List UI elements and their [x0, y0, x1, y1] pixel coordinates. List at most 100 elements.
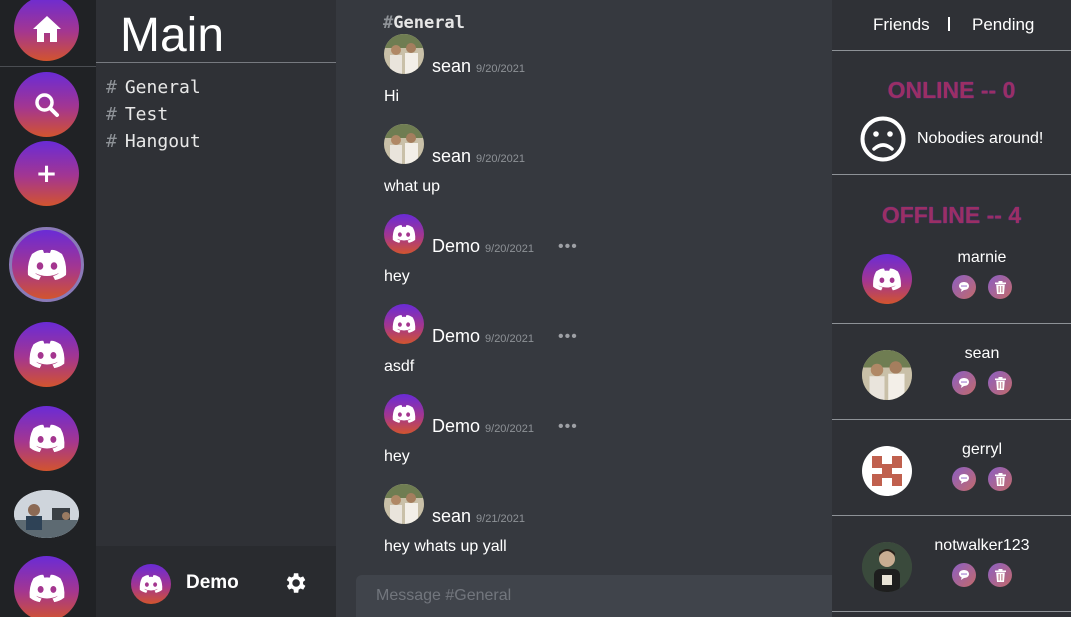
gear-icon[interactable] — [282, 570, 308, 596]
friend-name: marnie — [957, 249, 1007, 266]
message-friend-button[interactable] — [952, 371, 976, 395]
more-options-button[interactable]: ••• — [558, 418, 578, 436]
office-photo — [14, 490, 79, 538]
message-author[interactable]: Demo 9/20/2021 — [432, 326, 534, 347]
channel-label: Test — [124, 104, 169, 125]
friend-item[interactable]: gerryl — [832, 419, 1071, 515]
divider — [832, 174, 1071, 175]
message: sean 9/20/2021 Hi — [384, 34, 824, 124]
current-username: Demo — [186, 572, 239, 593]
discord-logo-icon — [392, 225, 416, 243]
server-item[interactable] — [14, 556, 79, 617]
message-text: hey — [384, 448, 410, 465]
message-friend-button[interactable] — [952, 563, 976, 587]
message-date: 9/20/2021 — [476, 153, 525, 165]
channel-item-general[interactable]: # General — [106, 77, 201, 98]
server-item[interactable] — [14, 406, 79, 471]
chat-channel-name: General — [393, 13, 465, 33]
message-author[interactable]: Demo 9/20/2021 — [432, 416, 534, 437]
avatar — [862, 446, 912, 496]
online-section-title: ONLINE -- 0 — [887, 77, 1016, 103]
chat-bubble-icon — [959, 474, 969, 484]
channel-item-test[interactable]: # Test — [106, 104, 168, 125]
more-options-button[interactable]: ••• — [558, 238, 578, 256]
avatar[interactable] — [384, 484, 424, 524]
avatar — [862, 542, 912, 592]
friend-name: gerryl — [961, 441, 1002, 458]
avatar[interactable] — [384, 304, 424, 344]
message-author[interactable]: Demo 9/20/2021 — [432, 236, 534, 257]
message-input[interactable] — [356, 575, 832, 617]
message: sean 9/20/2021 what up — [384, 124, 824, 214]
channel-label: Hangout — [124, 131, 201, 152]
channel-sidebar: Main # General # Test # Hangout Demo — [96, 0, 336, 617]
avatar[interactable] — [384, 124, 424, 164]
tab-pending[interactable]: Pending — [972, 15, 1034, 35]
chat-bubble-icon — [959, 570, 969, 580]
sean-photo — [384, 484, 424, 524]
author-name: Demo — [432, 326, 481, 346]
hash-icon: # — [106, 77, 117, 98]
avatar[interactable] — [384, 394, 424, 434]
divider — [832, 611, 1071, 612]
avatar — [862, 350, 912, 400]
discord-logo-icon — [139, 575, 163, 593]
more-options-button[interactable]: ••• — [558, 328, 578, 346]
search-button[interactable] — [14, 72, 79, 137]
trash-icon — [994, 568, 1006, 582]
friend-name: sean — [964, 345, 1000, 362]
discord-logo-icon — [29, 574, 64, 603]
divider — [832, 50, 1071, 51]
discord-logo-icon — [29, 424, 64, 453]
server-item[interactable] — [14, 322, 79, 387]
avatar — [862, 254, 912, 304]
avatar[interactable] — [131, 564, 171, 604]
author-name: sean — [432, 146, 472, 166]
server-photo-office[interactable] — [14, 490, 79, 538]
user-panel: Demo — [96, 546, 336, 617]
delete-friend-button[interactable] — [988, 275, 1012, 299]
server-title-divider — [96, 62, 336, 63]
message-date: 9/21/2021 — [476, 513, 525, 525]
avatar[interactable] — [384, 34, 424, 74]
search-icon — [34, 92, 59, 117]
discord-logo-icon — [873, 267, 901, 290]
message-author[interactable]: sean 9/20/2021 — [432, 56, 525, 77]
message-composer — [356, 575, 832, 617]
tab-divider — [948, 17, 950, 31]
message-friend-button[interactable] — [952, 467, 976, 491]
discord-logo-icon — [27, 249, 66, 280]
message: Demo 9/20/2021 ••• hey — [384, 214, 824, 304]
avatar[interactable] — [384, 214, 424, 254]
server-title: Main — [120, 9, 225, 62]
server-rail: + — [0, 0, 96, 617]
message-friend-button[interactable] — [952, 275, 976, 299]
message: Demo 9/20/2021 ••• asdf — [384, 304, 824, 394]
rail-divider — [0, 66, 96, 67]
message-author[interactable]: sean 9/20/2021 — [432, 146, 525, 167]
discord-logo-icon — [29, 340, 64, 369]
sean-photo — [384, 124, 424, 164]
server-main[interactable] — [9, 227, 84, 302]
delete-friend-button[interactable] — [988, 563, 1012, 587]
delete-friend-button[interactable] — [988, 467, 1012, 491]
home-button[interactable] — [14, 0, 79, 61]
author-name: sean — [432, 56, 472, 76]
friend-item[interactable]: sean — [832, 323, 1071, 419]
channel-item-hangout[interactable]: # Hangout — [106, 131, 201, 152]
sean-photo — [384, 34, 424, 74]
delete-friend-button[interactable] — [988, 371, 1012, 395]
message-author[interactable]: sean 9/21/2021 — [432, 506, 525, 527]
tab-friends[interactable]: Friends — [873, 15, 930, 35]
chat-bubble-icon — [959, 378, 969, 388]
empty-online-text: Nobodies around! — [917, 130, 1044, 147]
chat-bubble-icon — [959, 282, 969, 292]
friend-item[interactable]: marnie — [832, 227, 1071, 323]
add-server-button[interactable]: + — [14, 141, 79, 206]
sean-photo — [862, 350, 912, 400]
gerryl-logo — [872, 456, 902, 486]
discord-logo-icon — [392, 405, 416, 423]
friend-item[interactable]: notwalker123 — [832, 515, 1071, 611]
trash-icon — [994, 472, 1006, 486]
hash-icon: # — [106, 104, 117, 125]
